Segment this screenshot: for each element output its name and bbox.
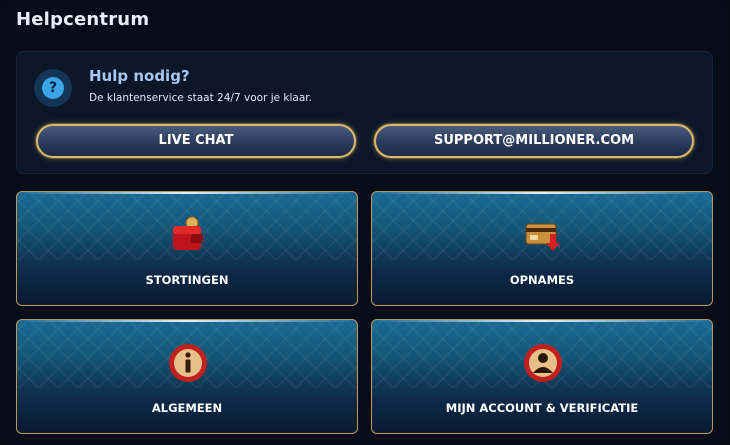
help-box: ? Hulp nodig? De klantenservice staat 24… bbox=[16, 51, 713, 174]
info-icon bbox=[169, 344, 207, 382]
category-card-stortingen[interactable]: STORTINGEN bbox=[16, 191, 358, 306]
help-subtitle: De klantenservice staat 24/7 voor je kla… bbox=[89, 92, 312, 104]
support-email-button[interactable]: SUPPORT@MILLIONER.COM bbox=[374, 124, 694, 158]
category-label: ALGEMEEN bbox=[151, 401, 223, 415]
wallet-icon bbox=[173, 216, 203, 250]
category-card-opnames[interactable]: OPNAMES bbox=[371, 191, 713, 306]
category-label: STORTINGEN bbox=[145, 273, 229, 287]
account-icon bbox=[524, 344, 562, 382]
card-withdraw-icon bbox=[525, 223, 560, 251]
category-card-algemeen[interactable]: ALGEMEEN bbox=[16, 319, 358, 434]
category-label: OPNAMES bbox=[509, 273, 575, 287]
category-card-account[interactable]: MIJN ACCOUNT & VERIFICATIE bbox=[371, 319, 713, 434]
help-title: Hulp nodig? bbox=[89, 67, 190, 85]
category-label: MIJN ACCOUNT & VERIFICATIE bbox=[445, 401, 639, 415]
live-chat-button[interactable]: LIVE CHAT bbox=[36, 124, 356, 158]
page-title: Helpcentrum bbox=[16, 9, 150, 30]
help-center-panel: Helpcentrum ? Hulp nodig? De klantenserv… bbox=[0, 0, 728, 444]
question-icon: ? bbox=[34, 69, 72, 107]
